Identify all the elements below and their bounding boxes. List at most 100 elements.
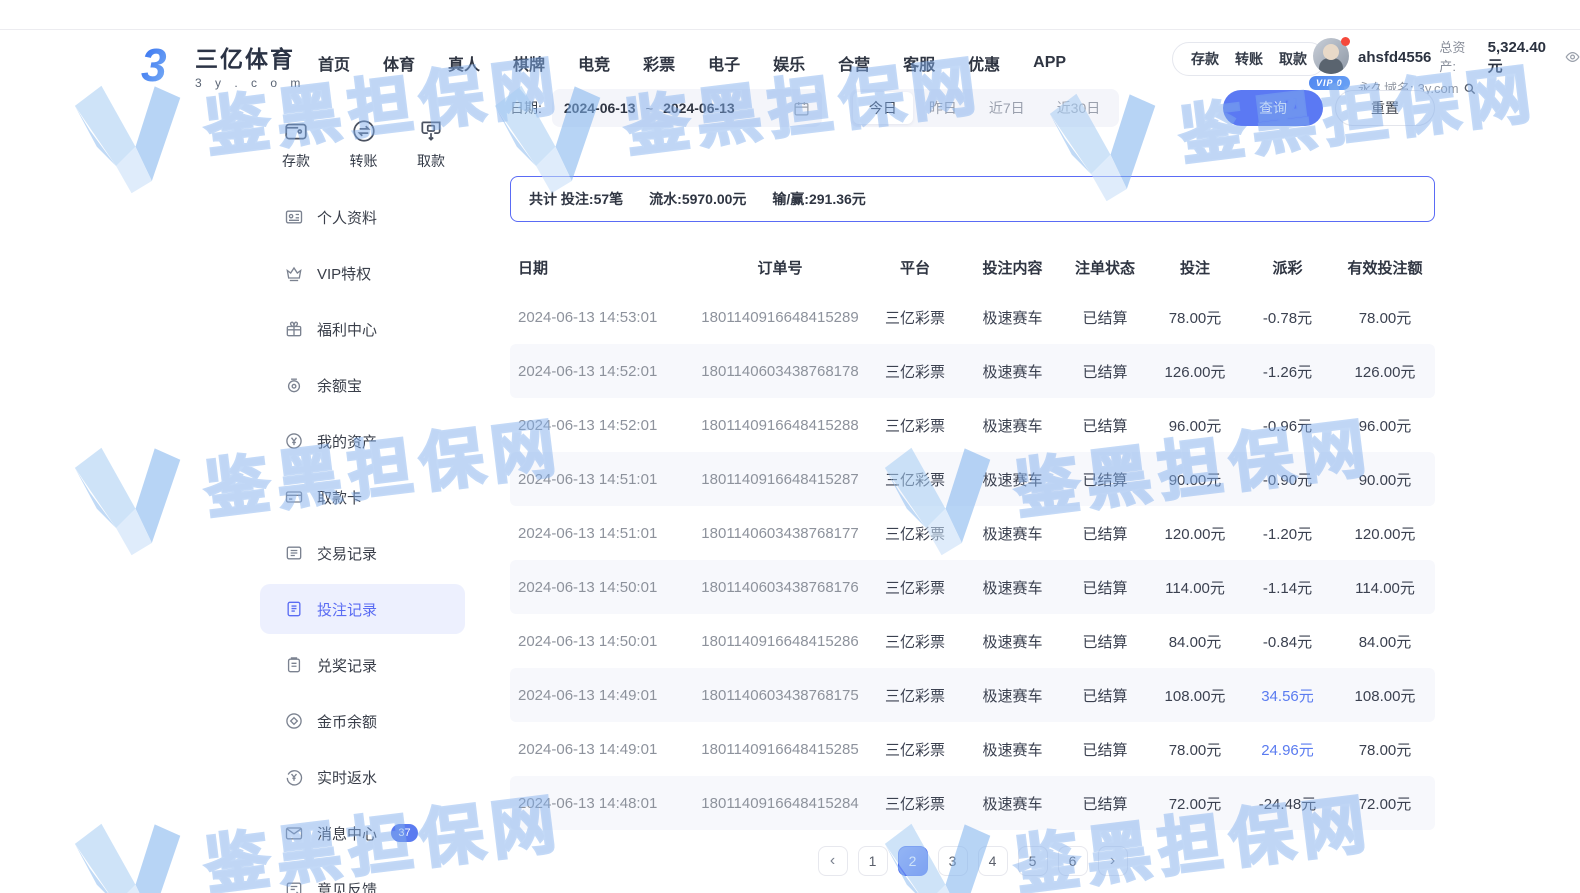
table-row[interactable]: 2024-06-13 14:52:01 1801140916648415288 …	[510, 398, 1435, 452]
range-yesterday-button[interactable]: 昨日	[913, 92, 973, 124]
page-button-6[interactable]: 6	[1058, 846, 1088, 876]
table-row[interactable]: 2024-06-13 14:51:01 1801140603438768177 …	[510, 506, 1435, 560]
range-today-button[interactable]: 今日	[853, 92, 913, 124]
date-separator: ~	[646, 101, 654, 116]
page-button-1[interactable]: 1	[858, 846, 888, 876]
sidebar-item-welfare[interactable]: 福利中心	[260, 304, 465, 354]
page-next-button[interactable]: ›	[1098, 846, 1128, 876]
main-nav: 首页 体育 真人 棋牌 电竞 彩票 电子 娱乐 合营 客服 优惠 APP	[318, 30, 1066, 96]
search-icon[interactable]	[1463, 82, 1477, 96]
logo-3-icon: 3	[137, 41, 185, 89]
table-row[interactable]: 2024-06-13 14:48:01 1801140916648415284 …	[510, 776, 1435, 830]
crown-icon	[284, 263, 304, 283]
sidebar-item-redeem-records[interactable]: 兑奖记录	[260, 640, 465, 690]
range-30days-button[interactable]: 近30日	[1041, 92, 1117, 124]
reset-button[interactable]: 重置	[1335, 90, 1435, 126]
avatar[interactable]	[1313, 38, 1349, 74]
page-button-2[interactable]: 2	[898, 846, 928, 876]
sidebar-item-withdraw-card[interactable]: 取款卡	[260, 472, 465, 522]
cell-valid: 126.00元	[1335, 361, 1435, 382]
cell-order: 1801140916648415284	[695, 795, 865, 812]
cell-valid: 78.00元	[1335, 307, 1435, 328]
table-row[interactable]: 2024-06-13 14:50:01 1801140603438768176 …	[510, 560, 1435, 614]
nav-app[interactable]: APP	[1033, 54, 1066, 72]
quick-action-deposit[interactable]: 存款	[282, 118, 310, 171]
header-transfer-link[interactable]: 转账	[1235, 49, 1263, 69]
sidebar-item-rebate[interactable]: 实时返水	[260, 752, 465, 802]
table-row[interactable]: 2024-06-13 14:50:01 1801140916648415286 …	[510, 614, 1435, 668]
cell-bet: 78.00元	[1150, 739, 1240, 760]
cell-bet: 108.00元	[1150, 685, 1240, 706]
cell-date: 2024-06-13 14:48:01	[510, 795, 695, 812]
table-row[interactable]: 2024-06-13 14:49:01 1801140603438768175 …	[510, 668, 1435, 722]
nav-partnership[interactable]: 合营	[838, 51, 870, 75]
page-button-4[interactable]: 4	[978, 846, 1008, 876]
page-button-5[interactable]: 5	[1018, 846, 1048, 876]
cell-valid: 96.00元	[1335, 415, 1435, 436]
header-deposit-link[interactable]: 存款	[1191, 49, 1219, 69]
sidebar-item-profile[interactable]: 个人资料	[260, 192, 465, 242]
cell-bet: 120.00元	[1150, 523, 1240, 544]
table-row[interactable]: 2024-06-13 14:52:01 1801140603438768178 …	[510, 344, 1435, 398]
eye-icon[interactable]	[1565, 49, 1580, 65]
sidebar-item-assets[interactable]: 我的资产	[260, 416, 465, 466]
site-logo[interactable]: 3 三亿体育 3 y . c o m	[137, 40, 305, 90]
cell-status: 已结算	[1060, 739, 1150, 760]
cell-status: 已结算	[1060, 469, 1150, 490]
feedback-icon	[284, 879, 304, 893]
sidebar-item-coin-balance[interactable]: 金币余额	[260, 696, 465, 746]
date-range-input[interactable]: 2024-06-13 ~ 2024-06-13	[552, 89, 822, 127]
header-withdraw-link[interactable]: 取款	[1279, 49, 1307, 69]
nav-chess[interactable]: 棋牌	[513, 51, 545, 75]
cell-date: 2024-06-13 14:50:01	[510, 633, 695, 650]
quick-range-group: 今日 昨日 近7日 近30日	[850, 89, 1119, 127]
table-row[interactable]: 2024-06-13 14:53:01 1801140916648415289 …	[510, 290, 1435, 344]
col-platform: 平台	[865, 257, 965, 278]
nav-slots[interactable]: 电子	[708, 51, 740, 75]
gift-icon	[284, 319, 304, 339]
nav-entertainment[interactable]: 娱乐	[773, 51, 805, 75]
sidebar-item-label: 交易记录	[317, 543, 377, 564]
sidebar-item-feedback[interactable]: 意见反馈	[260, 864, 465, 893]
cell-valid: 72.00元	[1335, 793, 1435, 814]
nav-service[interactable]: 客服	[903, 51, 935, 75]
nav-home[interactable]: 首页	[318, 51, 350, 75]
nav-sports[interactable]: 体育	[383, 51, 415, 75]
sidebar-item-bet-records[interactable]: 投注记录	[260, 584, 465, 634]
cell-status: 已结算	[1060, 793, 1150, 814]
cell-order: 1801140603438768176	[695, 579, 865, 596]
quick-action-transfer[interactable]: 转账	[350, 118, 378, 171]
page-prev-button[interactable]: ‹	[818, 846, 848, 876]
table-row[interactable]: 2024-06-13 14:51:01 1801140916648415287 …	[510, 452, 1435, 506]
search-button[interactable]: 查询	[1223, 90, 1323, 126]
sidebar-item-vip[interactable]: VIP特权	[260, 248, 465, 298]
sidebar-item-messages[interactable]: 消息中心 37	[260, 808, 465, 858]
range-7days-button[interactable]: 近7日	[973, 92, 1041, 124]
date-label: 日期:	[510, 98, 542, 118]
cell-valid: 108.00元	[1335, 685, 1435, 706]
money-pot-icon	[284, 375, 304, 395]
cell-order: 1801140916648415289	[695, 309, 865, 326]
sidebar-item-label: 消息中心	[317, 823, 377, 844]
summary-winloss-label: 输/赢:	[772, 191, 809, 207]
page-button-3[interactable]: 3	[938, 846, 968, 876]
cell-content: 极速赛车	[965, 361, 1060, 382]
nav-lottery[interactable]: 彩票	[643, 51, 675, 75]
quick-action-withdraw[interactable]: 取款	[417, 118, 445, 171]
table-body: 2024-06-13 14:53:01 1801140916648415289 …	[510, 290, 1435, 830]
sidebar-item-transactions[interactable]: 交易记录	[260, 528, 465, 578]
cell-date: 2024-06-13 14:52:01	[510, 417, 695, 434]
calendar-icon[interactable]	[793, 100, 810, 117]
envelope-icon	[284, 823, 304, 843]
table-row[interactable]: 2024-06-13 14:49:01 1801140916648415285 …	[510, 722, 1435, 776]
cell-payout: -1.26元	[1240, 361, 1335, 382]
sidebar-item-yuebao[interactable]: 余额宝	[260, 360, 465, 410]
sidebar-item-label: VIP特权	[317, 263, 371, 284]
nav-promo[interactable]: 优惠	[968, 51, 1000, 75]
bet-records-table: 日期 订单号 平台 投注内容 注单状态 投注 派彩 有效投注额 2024-06-…	[510, 244, 1435, 830]
nav-esports[interactable]: 电竞	[578, 51, 610, 75]
nav-live[interactable]: 真人	[448, 51, 480, 75]
cell-content: 极速赛车	[965, 469, 1060, 490]
cell-valid: 120.00元	[1335, 523, 1435, 544]
cell-content: 极速赛车	[965, 793, 1060, 814]
